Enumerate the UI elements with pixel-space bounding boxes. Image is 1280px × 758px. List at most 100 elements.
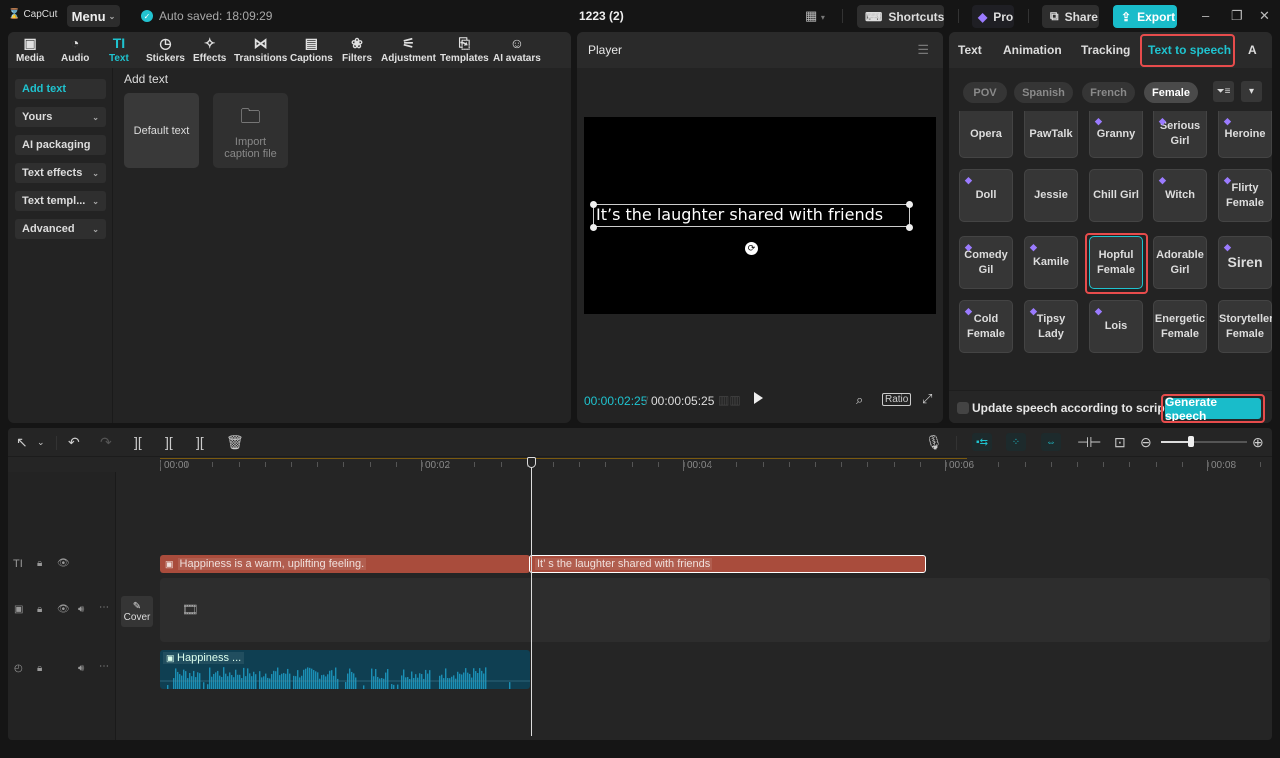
voice-option[interactable]: ◆ Granny bbox=[1089, 111, 1143, 158]
ratio-button[interactable]: Ratio bbox=[882, 393, 912, 406]
filter-icon[interactable]: ⏷≡ bbox=[1213, 81, 1234, 102]
voice-option[interactable]: Chill Girl bbox=[1089, 169, 1143, 222]
voice-option[interactable]: ◆ Heroine bbox=[1218, 111, 1272, 158]
voice-option[interactable]: Storyteller Female bbox=[1218, 300, 1272, 353]
voice-option[interactable]: ◆ Comedy Gil bbox=[959, 236, 1013, 289]
tab-filters[interactable]: ❀ Filters bbox=[342, 35, 372, 64]
sidebar-item-yours[interactable]: Yours ⌄ bbox=[15, 107, 106, 127]
grid-icon[interactable]: ▥▥ bbox=[718, 393, 741, 407]
voice-option[interactable]: ◆ Witch bbox=[1153, 169, 1207, 222]
tab-transitions[interactable]: ⋈ Transitions bbox=[234, 35, 287, 64]
lock-icon[interactable]: 🔒︎ bbox=[37, 604, 42, 615]
voice-option[interactable]: ◆ Kamile bbox=[1024, 236, 1078, 289]
tab-media[interactable]: ▣ Media bbox=[16, 35, 44, 64]
voice-option[interactable]: Opera bbox=[959, 111, 1013, 158]
sidebar-item-add-text[interactable]: Add text bbox=[15, 79, 106, 99]
maximize-icon[interactable]: ❐ bbox=[1231, 8, 1243, 24]
eye-icon[interactable]: 👁︎ bbox=[57, 558, 70, 569]
video-track[interactable]: 🎞︎ bbox=[160, 578, 1270, 642]
split-icon[interactable]: ][ bbox=[134, 434, 142, 450]
shortcuts-button[interactable]: ⌨ Shortcuts bbox=[857, 5, 944, 28]
voice-option[interactable]: ◆ Doll bbox=[959, 169, 1013, 222]
pro-button[interactable]: ◆ Pro bbox=[972, 5, 1014, 28]
zoom-out-icon[interactable]: ⊖ bbox=[1140, 434, 1152, 451]
fullscreen-icon[interactable]: ⤢ bbox=[922, 391, 932, 407]
resize-handle[interactable] bbox=[590, 201, 597, 208]
filter-chip-female[interactable]: Female bbox=[1144, 82, 1198, 103]
tab-stickers[interactable]: ◷ Stickers bbox=[146, 35, 185, 64]
eye-icon[interactable]: 👁︎ bbox=[57, 604, 70, 615]
select-cursor-icon[interactable]: ↖ bbox=[16, 434, 28, 451]
default-text-card[interactable]: Default text bbox=[124, 93, 199, 168]
voice-option[interactable]: Jessie bbox=[1024, 169, 1078, 222]
tab-ai-avatars[interactable]: ☺ AI avatars bbox=[493, 35, 541, 64]
rotate-icon[interactable]: ⟳ bbox=[745, 242, 758, 255]
sidebar-item-advanced[interactable]: Advanced ⌄ bbox=[15, 219, 106, 239]
sidebar-item-text-effects[interactable]: Text effects ⌄ bbox=[15, 163, 106, 183]
chevron-down-icon[interactable]: ⌄ bbox=[37, 437, 45, 448]
tab-audio[interactable]: ◔ Audio bbox=[61, 35, 89, 64]
undo-icon[interactable]: ↶ bbox=[68, 434, 80, 451]
tab-animation[interactable]: Animation bbox=[1003, 43, 1062, 57]
voice-option[interactable]: PawTalk bbox=[1024, 111, 1078, 158]
caption-text[interactable]: It’s the laughter shared with friends bbox=[596, 205, 883, 224]
auto-snap-icon[interactable]: ⁘ bbox=[1006, 433, 1026, 451]
sidebar-item-text-templates[interactable]: Text templ... ⌄ bbox=[15, 191, 106, 211]
more-icon[interactable]: ⋯ bbox=[99, 661, 109, 672]
close-icon[interactable]: ✕ bbox=[1259, 8, 1270, 24]
tab-adjustment[interactable]: ⚟ Adjustment bbox=[381, 35, 436, 64]
delete-icon[interactable]: 🗑 bbox=[226, 434, 244, 451]
update-speech-checkbox[interactable] bbox=[957, 402, 969, 414]
resize-handle[interactable] bbox=[906, 224, 913, 231]
zoom-slider-knob[interactable] bbox=[1188, 436, 1195, 447]
playhead[interactable] bbox=[531, 458, 532, 736]
split-right-icon[interactable]: ][ bbox=[196, 434, 204, 450]
voice-option[interactable]: Energetic Female bbox=[1153, 300, 1207, 353]
voice-option[interactable]: ◆ Flirty Female bbox=[1218, 169, 1272, 222]
resize-handle[interactable] bbox=[906, 201, 913, 208]
split-left-icon[interactable]: ][ bbox=[165, 434, 173, 450]
magnet-snap-icon[interactable]: ▪⇆ bbox=[972, 433, 992, 451]
play-icon[interactable] bbox=[754, 392, 763, 404]
menu-button[interactable]: Menu ⌄ bbox=[67, 5, 120, 27]
voice-option[interactable]: ◆ Serious Girl bbox=[1153, 111, 1207, 158]
screenshot-icon[interactable]: ⌕ bbox=[856, 392, 863, 408]
hamburger-menu-icon[interactable]: ☰ bbox=[917, 42, 929, 58]
tab-tracking[interactable]: Tracking bbox=[1081, 43, 1130, 57]
tab-effects[interactable]: ✧ Effects bbox=[193, 35, 226, 64]
voice-option[interactable]: ◆ Tipsy Lady bbox=[1024, 300, 1078, 353]
minimize-icon[interactable]: – bbox=[1202, 8, 1209, 23]
resize-handle[interactable] bbox=[590, 224, 597, 231]
sidebar-item-ai-packaging[interactable]: AI packaging bbox=[15, 135, 106, 155]
tab-more[interactable]: A bbox=[1248, 43, 1257, 57]
text-clip-selected[interactable]: It’ s the laughter shared with friends bbox=[529, 555, 926, 573]
zoom-fit-icon[interactable]: ⊡ bbox=[1114, 434, 1126, 451]
lock-icon[interactable]: 🔒︎ bbox=[37, 663, 42, 674]
more-icon[interactable]: ⋯ bbox=[99, 602, 109, 613]
volume-icon[interactable]: 🔊︎ bbox=[78, 663, 84, 674]
playhead-handle[interactable] bbox=[527, 457, 536, 468]
filter-chip-pov[interactable]: POV bbox=[963, 82, 1007, 103]
tab-captions[interactable]: ▤ Captions bbox=[290, 35, 333, 64]
tab-templates[interactable]: ⎘ Templates bbox=[440, 35, 489, 64]
voice-option[interactable]: ◆ Lois bbox=[1089, 300, 1143, 353]
lock-icon[interactable]: 🔒︎ bbox=[37, 558, 42, 569]
layout-icon[interactable]: ▦ ▾ bbox=[805, 8, 825, 24]
import-caption-card[interactable]: 🗀 Import caption file bbox=[213, 93, 288, 168]
split-preview-icon[interactable]: ⊣⊢ bbox=[1077, 434, 1101, 451]
cover-button[interactable]: ✎ Cover bbox=[121, 596, 153, 627]
redo-icon[interactable]: ↷ bbox=[100, 434, 112, 451]
zoom-in-icon[interactable]: ⊕ bbox=[1252, 434, 1264, 451]
tab-text[interactable]: TI Text bbox=[109, 35, 129, 64]
audio-clip[interactable]: ▣ Happiness ... bbox=[160, 650, 530, 689]
voice-option[interactable]: ◆ Siren bbox=[1218, 236, 1272, 289]
tab-text-props[interactable]: Text bbox=[958, 43, 982, 57]
volume-icon[interactable]: 🔊︎ bbox=[78, 604, 84, 615]
share-button[interactable]: ⧉ Share bbox=[1042, 5, 1099, 28]
chevron-down-icon[interactable]: ▾ bbox=[1241, 81, 1262, 102]
filter-chip-french[interactable]: French bbox=[1082, 82, 1135, 103]
export-button[interactable]: ⇪ Export bbox=[1113, 5, 1177, 28]
link-icon[interactable]: ⇔ bbox=[1041, 433, 1061, 451]
voice-option[interactable]: ◆ Cold Female bbox=[959, 300, 1013, 353]
voice-option[interactable]: Adorable Girl bbox=[1153, 236, 1207, 289]
